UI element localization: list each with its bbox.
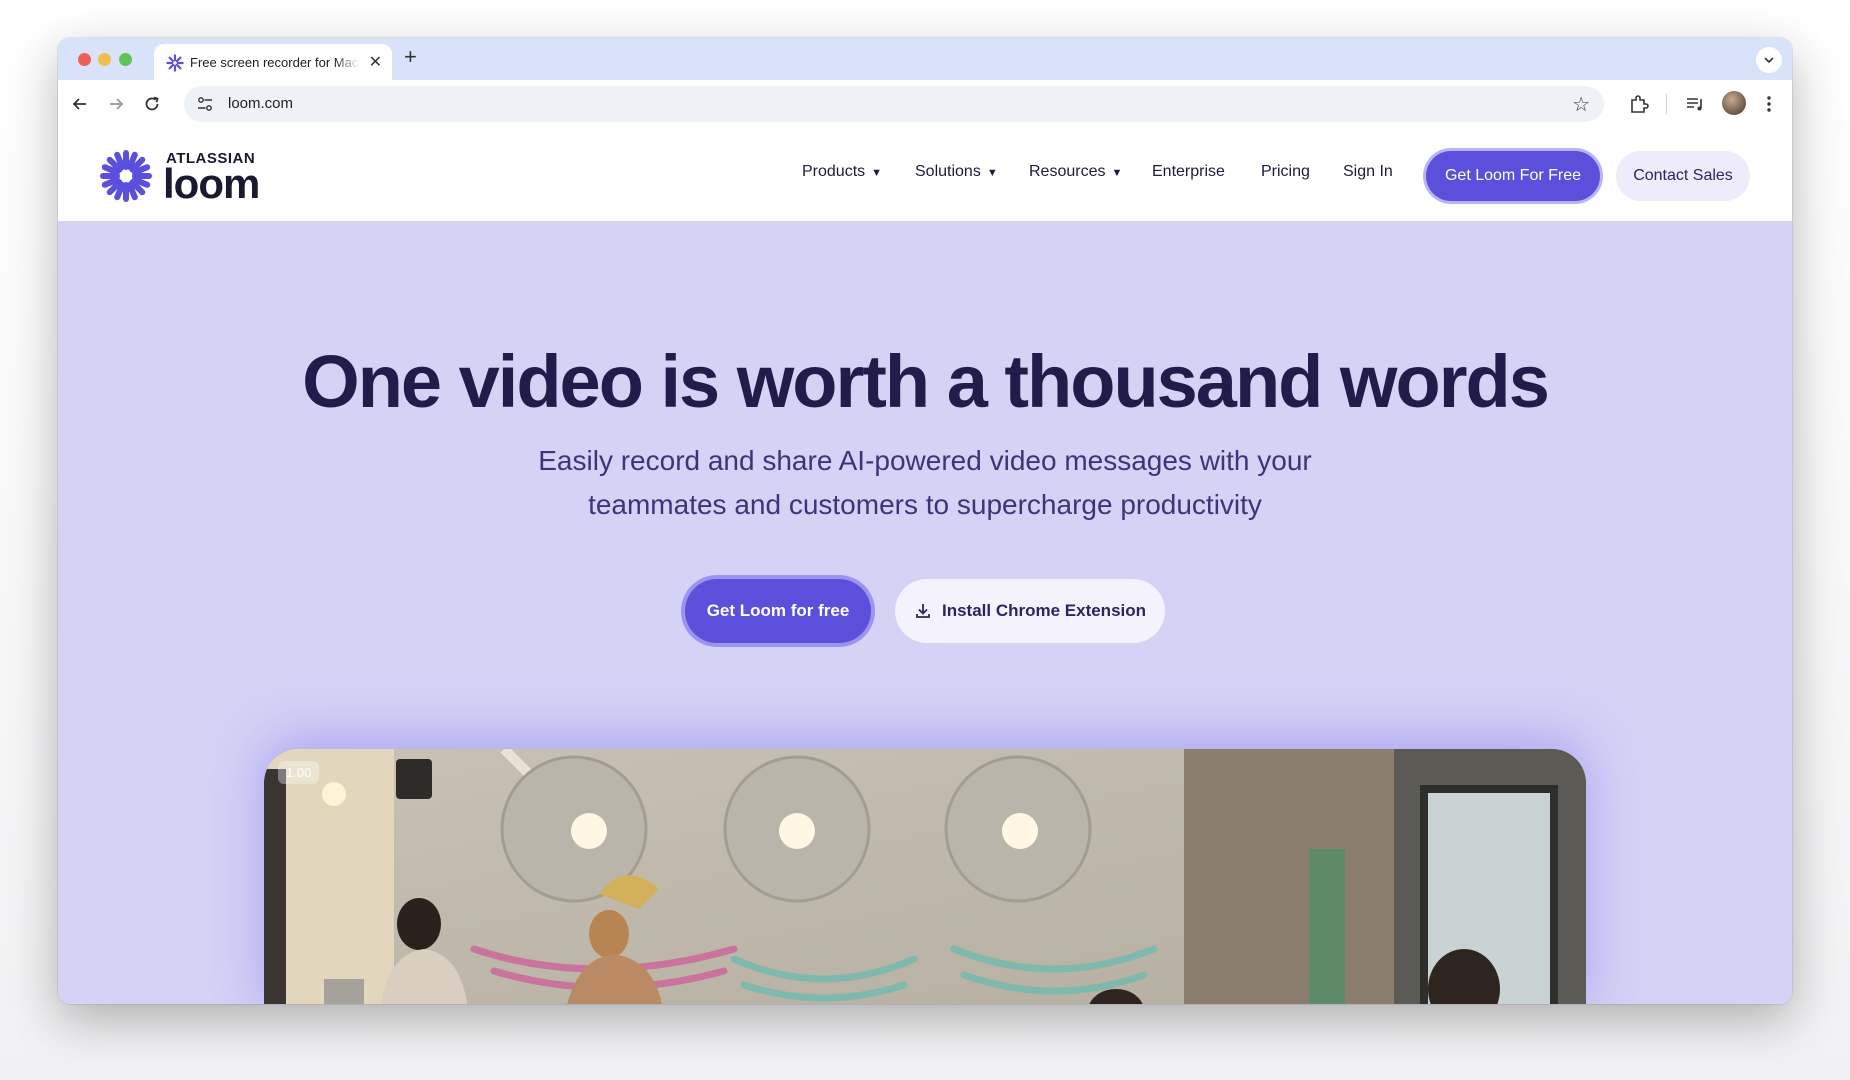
site-settings-icon[interactable] — [196, 95, 214, 113]
download-icon — [916, 604, 930, 618]
extensions-puzzle-icon[interactable] — [1628, 93, 1650, 115]
more-menu-icon[interactable] — [1758, 93, 1780, 115]
video-frame-image — [264, 749, 1586, 1004]
address-bar[interactable]: loom.com ☆ — [184, 86, 1604, 122]
browser-tab-active[interactable]: Free screen recorder for Mac ✕ — [154, 44, 392, 80]
close-window-button[interactable] — [78, 53, 91, 66]
install-chrome-extension-button[interactable]: Install Chrome Extension — [895, 579, 1165, 643]
tab-title: Free screen recorder for Mac — [190, 55, 359, 70]
nav-products[interactable]: Products ▼ — [802, 163, 882, 181]
url-text[interactable]: loom.com — [228, 95, 293, 112]
nav-sign-in[interactable]: Sign In — [1343, 163, 1393, 181]
get-loom-free-button[interactable]: Get Loom for free — [685, 579, 871, 643]
site-header: ATLASSIAN loom Products ▼ Solutions ▼ Reso… — [58, 128, 1792, 221]
nav-solutions[interactable]: Solutions ▼ — [915, 163, 998, 181]
minimize-window-button[interactable] — [98, 53, 111, 66]
close-tab-icon[interactable]: ✕ — [369, 52, 382, 72]
hero-section: One video is worth a thousand words Easi… — [58, 221, 1792, 1004]
back-arrow-icon[interactable] — [70, 94, 90, 114]
tab-strip: Free screen recorder for Mac ✕ + — [58, 38, 1792, 80]
nav-resources[interactable]: Resources ▼ — [1029, 163, 1122, 181]
loom-favicon-icon — [166, 54, 184, 72]
bookmark-star-icon[interactable]: ☆ — [1572, 92, 1590, 117]
logo-wordmark: loom — [163, 160, 260, 207]
media-queue-icon[interactable] — [1684, 93, 1706, 115]
tab-search-button[interactable] — [1756, 47, 1782, 73]
playback-speed-badge[interactable]: 1.00 — [278, 761, 320, 784]
caret-down-icon: ▼ — [986, 167, 998, 179]
reload-icon[interactable] — [142, 94, 162, 114]
profile-avatar[interactable] — [1722, 91, 1746, 115]
get-loom-header-button[interactable]: Get Loom For Free — [1426, 151, 1600, 201]
caret-down-icon: ▼ — [1111, 167, 1123, 179]
nav-pricing[interactable]: Pricing — [1261, 163, 1310, 181]
contact-sales-button[interactable]: Contact Sales — [1616, 151, 1750, 201]
hero-video[interactable]: 1.00 — [264, 749, 1586, 1004]
chevron-down-icon — [1764, 57, 1774, 64]
hero-title: One video is worth a thousand words — [302, 340, 1550, 423]
new-tab-button[interactable]: + — [404, 44, 417, 70]
forward-arrow-icon[interactable] — [106, 94, 126, 114]
caret-down-icon: ▼ — [871, 167, 883, 179]
maximize-window-button[interactable] — [119, 53, 132, 66]
hero-subtitle: Easily record and share AI-powered video… — [538, 445, 1312, 520]
browser-toolbar: loom.com ☆ — [58, 80, 1792, 129]
nav-enterprise[interactable]: Enterprise — [1152, 163, 1225, 181]
loom-logo-icon — [100, 150, 152, 202]
browser-window: Free screen recorder for Mac ✕ + loom.co… — [58, 38, 1792, 1004]
toolbar-divider — [1666, 94, 1667, 114]
